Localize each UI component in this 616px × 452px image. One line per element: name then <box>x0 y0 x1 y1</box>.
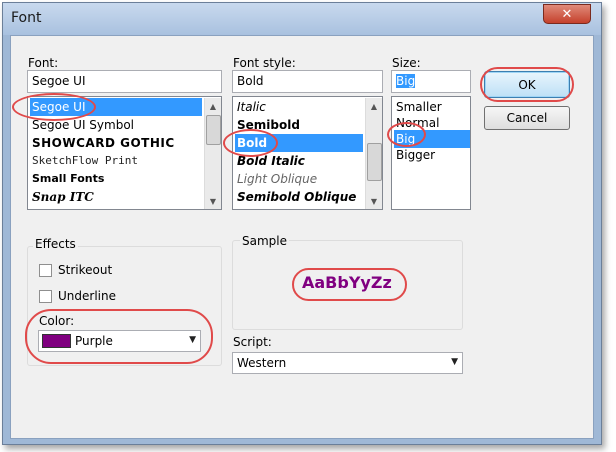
size-label: Size: <box>392 56 421 70</box>
annotation-circle-size <box>387 122 426 147</box>
effects-label: Effects <box>33 237 78 251</box>
scroll-up-arrow-icon[interactable]: ▲ <box>205 98 221 114</box>
script-value: Western <box>237 356 287 370</box>
scroll-down-arrow-icon[interactable]: ▼ <box>205 193 221 209</box>
strikeout-label[interactable]: Strikeout <box>58 263 112 277</box>
sample-label: Sample <box>240 234 289 248</box>
size-list-item[interactable]: Bigger <box>394 146 470 164</box>
annotation-circle-color <box>25 309 213 364</box>
window-title: Font <box>11 10 42 26</box>
annotation-circle-style <box>223 129 278 157</box>
script-dropdown[interactable]: Western ▼ <box>232 352 463 374</box>
font-dialog-window: Font ✕ Font: Segoe UI Segoe UI Segoe UI … <box>2 2 602 445</box>
size-input[interactable]: Big <box>391 70 471 93</box>
close-icon: ✕ <box>561 6 573 22</box>
annotation-circle-sample <box>292 268 407 301</box>
chevron-down-icon: ▼ <box>451 357 458 367</box>
scrollbar-thumb[interactable] <box>206 115 221 145</box>
font-name-input[interactable]: Segoe UI <box>27 70 222 93</box>
script-label: Script: <box>233 335 272 349</box>
font-list-item[interactable]: Small Fonts <box>30 170 202 188</box>
font-style-input[interactable]: Bold <box>232 70 383 93</box>
dialog-body: Font: Segoe UI Segoe UI Segoe UI Symbol … <box>10 35 594 439</box>
font-style-item[interactable]: Light Oblique <box>235 170 363 188</box>
scroll-up-arrow-icon[interactable]: ▲ <box>366 98 382 114</box>
underline-checkbox[interactable] <box>39 290 52 303</box>
close-button[interactable]: ✕ <box>543 4 591 24</box>
annotation-circle-font <box>12 93 96 121</box>
font-list-item[interactable]: Snap ITC <box>30 188 202 206</box>
strikeout-checkbox[interactable] <box>39 264 52 277</box>
font-label: Font: <box>28 56 59 70</box>
size-list[interactable]: Smaller Normal Big Bigger <box>391 96 471 210</box>
font-list-item[interactable]: SHOWCARD GOTHIC <box>30 134 202 152</box>
scroll-down-arrow-icon[interactable]: ▼ <box>366 193 382 209</box>
font-style-item[interactable]: Semibold Oblique <box>235 188 363 206</box>
font-style-label: Font style: <box>233 56 296 70</box>
annotation-circle-ok <box>480 67 574 102</box>
size-input-selected-text: Big <box>396 74 416 88</box>
font-list-item[interactable]: SketchFlow Print <box>30 152 202 170</box>
underline-label[interactable]: Underline <box>58 289 116 303</box>
font-style-scrollbar[interactable]: ▲ ▼ <box>365 98 382 209</box>
scrollbar-thumb[interactable] <box>367 143 382 181</box>
font-style-item[interactable]: Italic <box>235 98 363 116</box>
cancel-button[interactable]: Cancel <box>484 106 570 130</box>
font-list-scrollbar[interactable]: ▲ ▼ <box>204 98 221 209</box>
title-bar[interactable]: Font ✕ <box>3 3 601 35</box>
